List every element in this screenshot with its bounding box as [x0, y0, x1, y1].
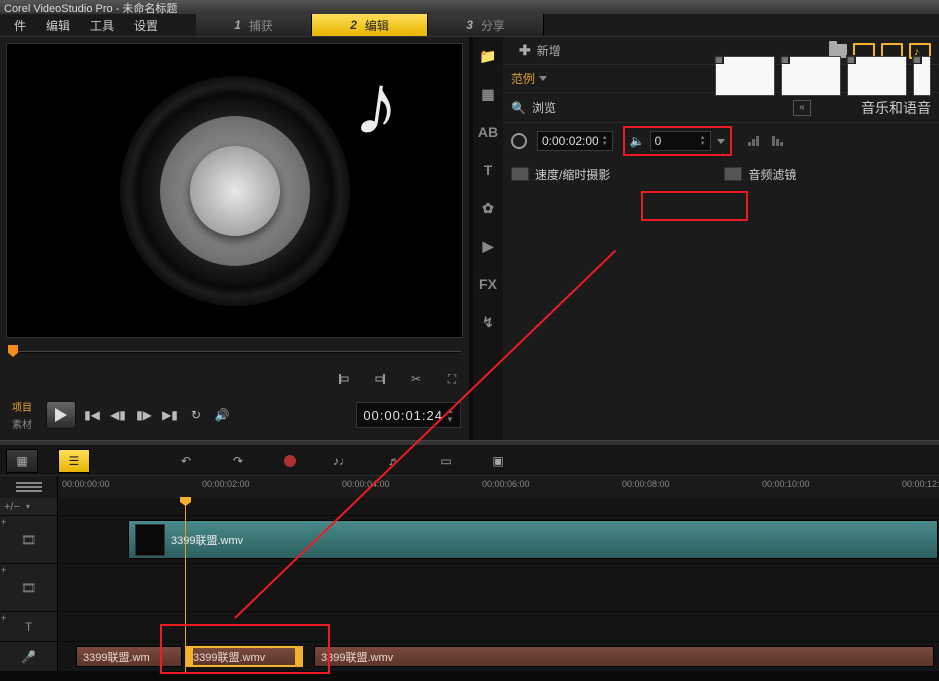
step-share[interactable]: 3 分享	[428, 14, 544, 36]
music-note-icon: ♪	[350, 58, 406, 151]
video-track-head[interactable]: +🎞	[0, 516, 58, 563]
speed-icon	[511, 167, 529, 181]
duration-spinner[interactable]: ▲▼	[602, 135, 608, 147]
add-folder-button[interactable]: ✚ 新增	[511, 40, 569, 61]
goto-start-icon[interactable]: ▮◀	[82, 405, 102, 425]
mixer-icon[interactable]: ♪♩	[326, 449, 358, 473]
next-frame-icon[interactable]: ▮▶	[134, 405, 154, 425]
prev-frame-icon[interactable]: ◀▮	[108, 405, 128, 425]
seek-knob[interactable]	[8, 345, 18, 357]
chevron-down-icon	[539, 76, 547, 81]
menu-file[interactable]: 件	[4, 15, 36, 36]
seek-bar[interactable]	[8, 342, 461, 362]
video-track[interactable]: 3399联盟.wmv	[58, 516, 939, 563]
storyboard-view-icon[interactable]: ▦	[6, 449, 38, 473]
clip-thumb	[135, 524, 165, 556]
library-thumb-2[interactable]	[781, 56, 841, 96]
main-area: ♪ ✂ ⛶ 项目 素材 ▮◀ ◀▮ ▮▶ ▶▮ ↻ 🔊	[0, 36, 939, 440]
mark-out-icon[interactable]	[371, 370, 389, 388]
auto-music-icon[interactable]: ♬	[378, 449, 410, 473]
audio-filter-icon	[724, 167, 742, 181]
speed-option[interactable]: 速度/缩时摄影	[511, 166, 610, 183]
tab-title-icon[interactable]: T	[477, 159, 499, 181]
library-thumb-3[interactable]	[847, 56, 907, 96]
audio-clip-selected[interactable]: 3399联盟.wmv	[185, 646, 303, 667]
timeline-panel: ▦ ☰ ↶ ↷ ♪♩ ♬ ▭ ▣ 00:00:00:00 00:00:02:00…	[0, 446, 939, 672]
subtitle-icon[interactable]: ▭	[430, 449, 462, 473]
category-label: 音乐和语音	[861, 98, 931, 118]
overlay-track[interactable]	[58, 564, 939, 611]
timeline-view-icon[interactable]: ☰	[58, 449, 90, 473]
library-thumb-1[interactable]	[715, 56, 775, 96]
fade-out-icon[interactable]	[772, 134, 790, 148]
chapter-icon[interactable]: ▣	[482, 449, 514, 473]
library-dropdown[interactable]: 范例	[511, 70, 547, 87]
volume-dropdown-icon[interactable]	[717, 139, 725, 144]
fade-in-icon[interactable]	[748, 134, 766, 148]
mark-in-icon[interactable]	[335, 370, 353, 388]
title-track[interactable]	[58, 612, 939, 641]
volume-input[interactable]: 0 ▲▼	[650, 131, 711, 151]
duration-input[interactable]: 0:00:02:00 ▲▼	[537, 131, 613, 151]
timecode-spinner[interactable]: ▲▼	[446, 406, 454, 424]
preview-viewport[interactable]: ♪	[6, 43, 463, 338]
cut-icon[interactable]: ✂	[407, 370, 425, 388]
voice-track-head[interactable]: 🎤	[0, 642, 58, 671]
volume-section: 🔈 0 ▲▼	[623, 126, 732, 156]
mode-clip[interactable]: 素材	[8, 415, 36, 432]
speaker-icon: 🔈	[630, 134, 644, 148]
tab-fx-icon[interactable]: FX	[477, 273, 499, 295]
library-tabs: 📁 ▦ AB T ✿ ▶ FX ↯	[473, 37, 503, 440]
voice-track[interactable]: 3399联盟.wm 3399联盟.wmv 3399联盟.wmv	[58, 642, 939, 671]
repeat-icon[interactable]: ↻	[186, 405, 206, 425]
tab-media-icon[interactable]: 📁	[477, 45, 499, 67]
title-bar: Corel VideoStudio Pro - 未命名标题	[0, 0, 939, 14]
tab-graphic-icon[interactable]: ✿	[477, 197, 499, 219]
audio-clip-1[interactable]: 3399联盟.wm	[76, 646, 182, 667]
timeline-toolbar: ▦ ☰ ↶ ↷ ♪♩ ♬ ▭ ▣	[0, 446, 939, 476]
audio-filter-option[interactable]: 音频滤镜	[724, 166, 796, 183]
search-icon: 🔍	[511, 101, 526, 115]
timecode-display[interactable]: 00:00:01:24 ▲▼	[356, 402, 461, 428]
browse-button[interactable]: 🔍 浏览	[511, 99, 556, 116]
tab-title-ab-icon[interactable]: AB	[477, 121, 499, 143]
expand-icon[interactable]: ⛶	[443, 370, 461, 388]
time-ruler[interactable]: 00:00:00:00 00:00:02:00 00:00:04:00 00:0…	[58, 476, 939, 498]
options-panel: 📁 ▦ AB T ✿ ▶ FX ↯ ✚ 新增 ♪	[469, 37, 939, 440]
clock-icon	[511, 133, 527, 149]
menu-tools[interactable]: 工具	[80, 15, 124, 36]
menu-settings[interactable]: 设置	[124, 15, 168, 36]
record-icon[interactable]	[274, 449, 306, 473]
ruler-settings-icon[interactable]	[0, 476, 58, 498]
undo-icon[interactable]: ↶	[170, 449, 202, 473]
step-edit[interactable]: 2 编辑	[312, 14, 428, 36]
redo-icon[interactable]: ↷	[222, 449, 254, 473]
mode-project[interactable]: 项目	[8, 398, 36, 415]
goto-end-icon[interactable]: ▶▮	[160, 405, 180, 425]
track-area: +/−▾ +🎞 3399联盟.wmv +🎞 +T 🎤 3399联盟	[0, 498, 939, 672]
play-button[interactable]	[46, 401, 76, 429]
step-capture[interactable]: 1 捕获	[196, 14, 312, 36]
app-title: Corel VideoStudio Pro - 未命名标题	[4, 3, 177, 14]
preview-panel: ♪ ✂ ⛶ 项目 素材 ▮◀ ◀▮ ▮▶ ▶▮ ↻ 🔊	[0, 37, 469, 440]
add-track-button[interactable]: +/−▾	[0, 498, 58, 515]
collapse-icon[interactable]: «	[793, 100, 811, 116]
tab-path-icon[interactable]: ↯	[477, 311, 499, 333]
tab-transition-icon[interactable]: ▦	[477, 83, 499, 105]
playback-controls: 项目 素材 ▮◀ ◀▮ ▮▶ ▶▮ ↻ 🔊 00:00:01:24 ▲▼	[8, 396, 461, 434]
title-track-head[interactable]: +T	[0, 612, 58, 641]
volume-spinner[interactable]: ▲▼	[700, 135, 706, 147]
video-clip[interactable]: 3399联盟.wmv	[128, 520, 938, 559]
plus-icon: ✚	[519, 42, 531, 59]
speaker-graphic: ♪	[120, 76, 350, 306]
overlay-track-head[interactable]: +🎞	[0, 564, 58, 611]
tab-filter-icon[interactable]: ▶	[477, 235, 499, 257]
audio-clip-3[interactable]: 3399联盟.wmv	[314, 646, 934, 667]
library-thumb-4[interactable]	[913, 56, 931, 96]
volume-icon[interactable]: 🔊	[212, 405, 232, 425]
menu-edit[interactable]: 编辑	[36, 15, 80, 36]
trim-toolbar: ✂ ⛶	[8, 364, 461, 394]
menu-bar: 件 编辑 工具 设置 1 捕获 2 编辑 3 分享	[0, 14, 939, 36]
